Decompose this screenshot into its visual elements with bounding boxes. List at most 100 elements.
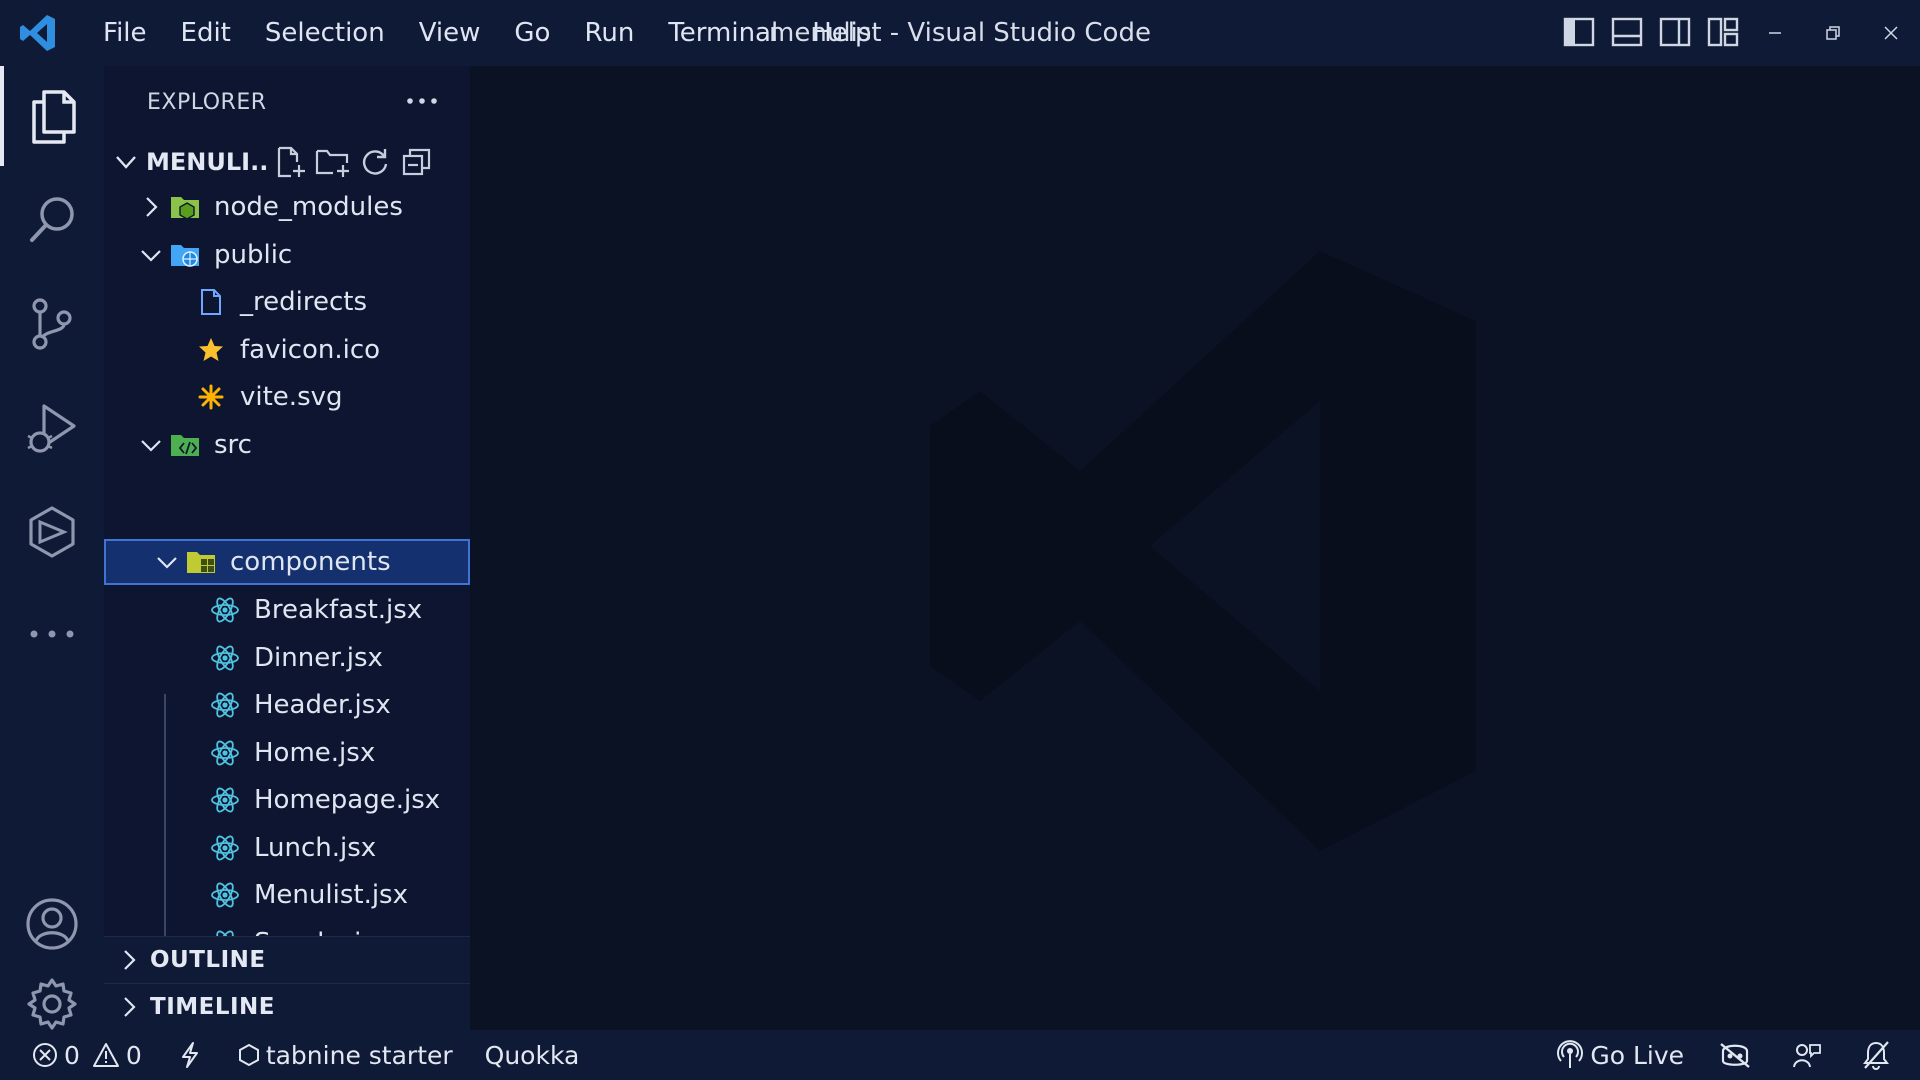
menu-go[interactable]: Go: [497, 0, 567, 66]
react-icon: [210, 643, 240, 673]
status-right: Go Live: [1544, 1030, 1910, 1080]
activity-accounts[interactable]: [0, 874, 104, 974]
refresh-explorer-button[interactable]: [354, 142, 396, 182]
quokka-status[interactable]: Quokka: [465, 1030, 592, 1080]
new-file-button[interactable]: [270, 142, 312, 182]
menu-file[interactable]: File: [86, 0, 164, 66]
toggle-secondary-sidebar-button[interactable]: [1658, 14, 1692, 50]
collapse-folders-button[interactable]: [396, 142, 438, 182]
title-bar: File Edit Selection View Go Run Terminal…: [0, 0, 1920, 66]
explorer-sidebar: EXPLORER MENULI... node_modules public _…: [104, 66, 470, 1030]
tree-item-label: components: [230, 547, 391, 577]
tree-item-vite-svg[interactable]: vite.svg: [104, 374, 470, 420]
tree-item-label: Dinner.jsx: [254, 642, 383, 673]
sidebar-layout-icon: [1563, 17, 1595, 47]
explorer-title: EXPLORER: [147, 90, 267, 115]
menu-terminal[interactable]: Terminal: [651, 0, 795, 66]
menu-selection[interactable]: Selection: [248, 0, 402, 66]
activity-search[interactable]: [0, 170, 104, 270]
chevron-right-icon: [124, 997, 136, 1017]
menu-help[interactable]: Help: [795, 0, 888, 66]
tree-item-breakfast-jsx[interactable]: Breakfast.jsx: [104, 587, 470, 633]
timeline-section-header[interactable]: TIMELINE: [104, 983, 470, 1030]
close-icon: [1884, 26, 1898, 40]
tree-item-node-modules[interactable]: node_modules: [104, 184, 470, 230]
svg-icon: [196, 382, 226, 412]
menu-view[interactable]: View: [402, 0, 498, 66]
quokka-label: Quokka: [484, 1040, 580, 1070]
customize-layout-button[interactable]: [1706, 14, 1740, 50]
tree-item-dinner-jsx[interactable]: Dinner.jsx: [104, 635, 470, 681]
collapse-all-icon: [402, 148, 431, 176]
error-icon: [33, 1043, 57, 1067]
tabnine-icon: [238, 1043, 259, 1067]
toggle-primary-sidebar-button[interactable]: [1562, 14, 1596, 50]
copilot-status[interactable]: [1696, 1030, 1770, 1080]
activity-manage[interactable]: [0, 978, 104, 1030]
new-file-icon: [277, 146, 305, 178]
tree-item-redirects[interactable]: _redirects: [104, 279, 470, 325]
activity-run-debug[interactable]: [0, 378, 104, 478]
components-folder-icon: [186, 547, 216, 577]
notifications-button[interactable]: [1840, 1030, 1910, 1080]
files-icon: [32, 90, 76, 144]
live-share-status[interactable]: [1770, 1030, 1840, 1080]
activity-more[interactable]: [0, 584, 104, 684]
warning-count: 0: [125, 1040, 142, 1070]
menu-run[interactable]: Run: [567, 0, 651, 66]
extensions-icon: [29, 506, 75, 558]
close-button[interactable]: [1862, 0, 1920, 66]
tree-item-label: Home.jsx: [254, 737, 376, 768]
tree-item-label: Menulist.jsx: [254, 880, 408, 910]
react-icon: [210, 690, 240, 720]
activity-extensions[interactable]: [0, 482, 104, 582]
chevron-right-icon: [146, 197, 158, 217]
tree-item-src[interactable]: src: [104, 422, 470, 468]
bell-slash-icon: [1863, 1041, 1889, 1070]
lightning-status[interactable]: [154, 1030, 220, 1080]
tree-item-label: Breakfast.jsx: [254, 595, 423, 625]
tabnine-status[interactable]: tabnine starter: [220, 1030, 465, 1080]
tree-item-header-jsx[interactable]: Header.jsx: [104, 682, 470, 728]
file-icon: [196, 287, 226, 317]
tree-item-label: vite.svg: [240, 382, 343, 412]
react-icon: [210, 880, 240, 910]
restore-button[interactable]: [1804, 0, 1862, 66]
more-icon: [30, 630, 74, 638]
account-icon: [26, 898, 78, 950]
tree-item-components[interactable]: components: [104, 539, 470, 585]
ellipsis-icon: [407, 98, 437, 104]
error-count: 0: [64, 1040, 80, 1070]
tree-item-favicon[interactable]: favicon.ico: [104, 327, 470, 373]
tree-item-homepage-jsx[interactable]: Homepage.jsx: [104, 777, 470, 823]
activity-source-control[interactable]: [0, 274, 104, 374]
problems-status[interactable]: 0 0: [0, 1030, 154, 1080]
minimize-icon: [1769, 32, 1781, 34]
outline-section-header[interactable]: OUTLINE: [104, 936, 470, 983]
layout-controls: [1562, 14, 1740, 50]
broadcast-icon: [1557, 1040, 1584, 1068]
feedback-icon: [1793, 1044, 1821, 1068]
tree-item-home-jsx[interactable]: Home.jsx: [104, 730, 470, 776]
tree-item-public[interactable]: public: [104, 232, 470, 278]
go-live-button[interactable]: Go Live: [1544, 1030, 1696, 1080]
tree-item-lunch-jsx[interactable]: Lunch.jsx: [104, 825, 470, 871]
toggle-panel-button[interactable]: [1610, 14, 1644, 50]
node-folder-icon: [170, 192, 200, 222]
menu-edit[interactable]: Edit: [164, 0, 248, 66]
new-folder-icon: [315, 149, 349, 177]
minimize-button[interactable]: [1746, 0, 1804, 66]
activity-explorer[interactable]: [0, 66, 104, 166]
warning-icon: [92, 1043, 119, 1067]
react-icon: [210, 785, 240, 815]
explorer-header: EXPLORER: [104, 66, 470, 138]
explorer-more-button[interactable]: [404, 86, 440, 116]
tree-item-menulist-jsx[interactable]: Menulist.jsx: [104, 872, 470, 918]
project-name: MENULI...: [146, 148, 270, 176]
tree-item-label: _redirects: [240, 287, 367, 317]
new-folder-button[interactable]: [312, 142, 354, 182]
project-section-header[interactable]: MENULI...: [104, 140, 470, 184]
run-debug-icon: [27, 404, 76, 453]
search-icon: [30, 197, 74, 242]
status-bar: 0 0 tabnine starter Quokka Go Live: [0, 1030, 1920, 1080]
